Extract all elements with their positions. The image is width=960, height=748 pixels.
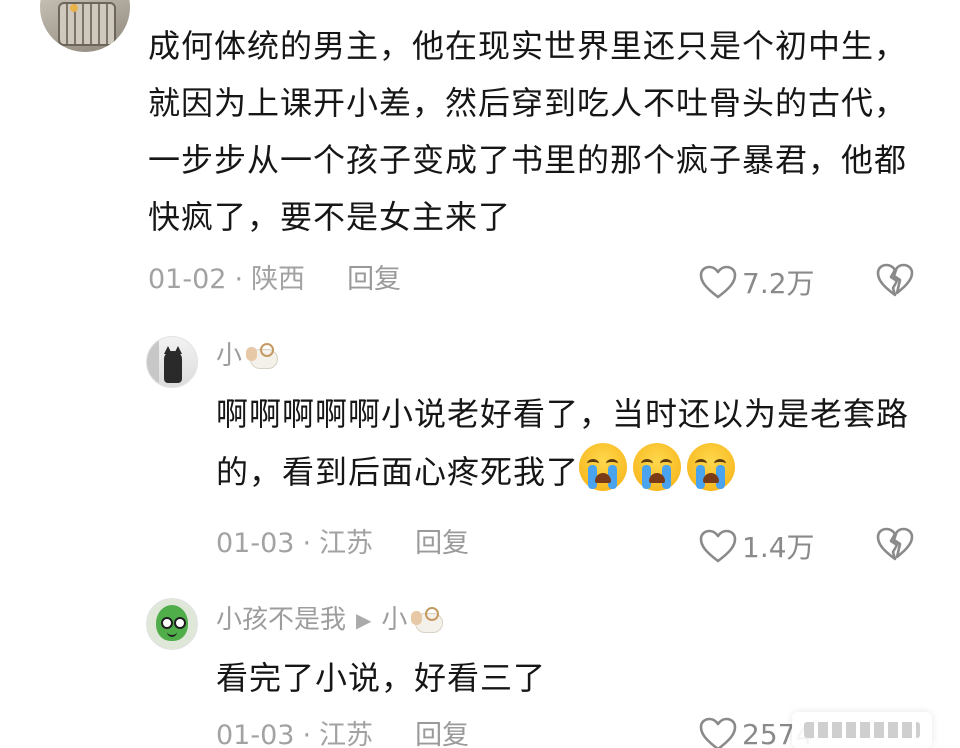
sheep-icon [246, 343, 279, 369]
reply-button[interactable]: 回复 [415, 528, 469, 559]
comment-date: 01-03 [216, 528, 295, 559]
meta-separator: · [302, 528, 312, 559]
meta-separator: · [302, 720, 312, 748]
comment-meta: 01-03 · 江苏 回复 [216, 528, 469, 560]
meta-separator: · [234, 264, 244, 295]
comment-text: 成何体统的男主，他在现实世界里还只是个初中生，就因为上课开小差，然后穿到吃人不吐… [148, 27, 908, 236]
loudly-crying-face-emoji [687, 443, 736, 491]
like-count: 7.2万 [742, 267, 815, 300]
comment-location: 江苏 [319, 720, 374, 748]
comment-meta: 01-03 · 江苏 回复 [216, 720, 469, 748]
avatar[interactable] [146, 598, 198, 650]
reply-to-username: 小 [381, 605, 408, 635]
avatar[interactable] [146, 336, 198, 388]
comment-thread: 成何体统的男主，他在现实世界里还只是个初中生，就因为上课开小差，然后穿到吃人不吐… [0, 0, 960, 748]
comment-location: 江苏 [319, 528, 374, 559]
reply-button[interactable]: 回复 [415, 720, 469, 748]
avatar[interactable] [40, 0, 130, 52]
comment-body: 啊啊啊啊啊小说老好看了，当时还以为是老套路的，看到后面心疼死我了 [216, 395, 910, 491]
watermark-overlay [792, 712, 932, 748]
loudly-crying-face-emoji [579, 443, 628, 491]
like-button[interactable]: 1.4万 [698, 526, 815, 566]
broken-heart-icon[interactable] [875, 526, 915, 562]
username-text: 小孩不是我 [216, 605, 347, 635]
comment-meta: 01-02 · 陕西 回复 [148, 264, 401, 296]
reply-arrow-icon: ▶ [356, 608, 372, 632]
heart-outline-icon [699, 717, 737, 748]
heart-outline-icon [699, 529, 737, 563]
username-text: 小 [216, 341, 243, 371]
like-button[interactable]: 7.2万 [698, 262, 815, 302]
comment-date: 01-03 [216, 720, 295, 748]
comment-text: 啊啊啊啊啊小说老好看了，当时还以为是老套路的，看到后面心疼死我了 [216, 386, 936, 501]
comment-location: 陕西 [251, 264, 306, 295]
comment-date: 01-02 [148, 264, 227, 295]
username[interactable]: 小孩不是我 ▶ 小 [216, 604, 444, 636]
broken-heart-icon[interactable] [875, 262, 915, 298]
username[interactable]: 小 [216, 340, 279, 372]
reply-button[interactable]: 回复 [347, 264, 401, 295]
sheep-icon [411, 607, 444, 633]
loudly-crying-face-emoji [633, 443, 682, 491]
comment-text: 看完了小说，好看三了 [216, 659, 547, 697]
heart-outline-icon [699, 265, 737, 299]
like-count: 1.4万 [742, 531, 815, 564]
